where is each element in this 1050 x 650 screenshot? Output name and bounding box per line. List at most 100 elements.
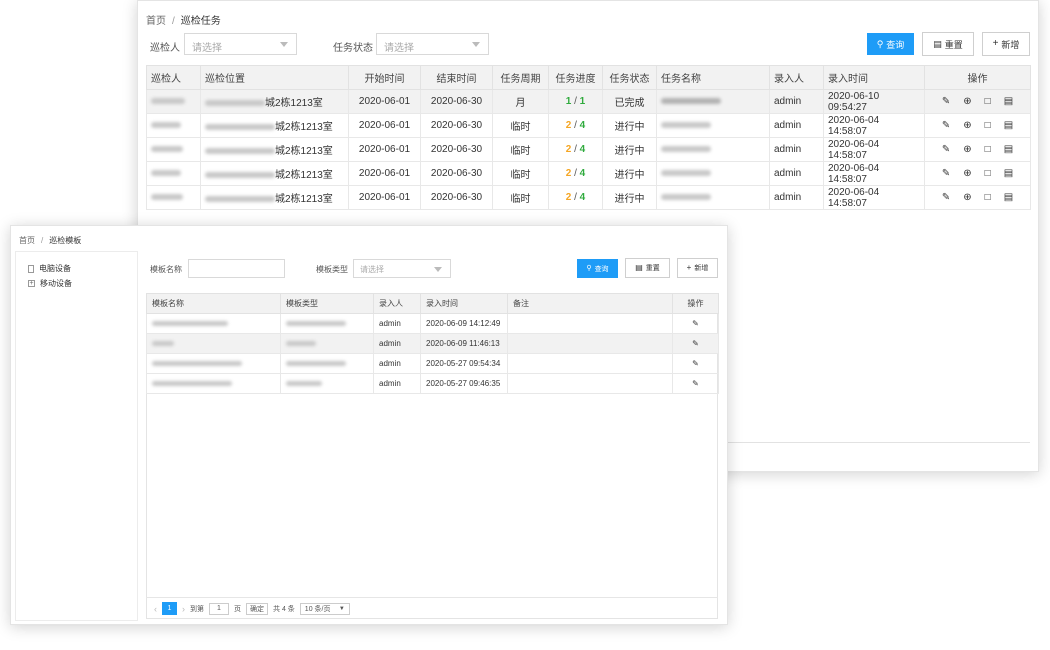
edit-pencil-icon[interactable]: ✎ [942, 168, 950, 179]
inspector-select[interactable]: 请选择 [184, 33, 297, 55]
breadcrumb-home[interactable]: 首页 [19, 236, 35, 245]
location-text: 城2栋1213室 [275, 170, 333, 181]
document-icon[interactable]: ▤ [1004, 192, 1013, 203]
cell-created: 2020-06-04 14:58:07 [823, 137, 925, 162]
note-icon[interactable]: □ [985, 96, 991, 107]
breadcrumb: 首页 / 巡检模板 [19, 236, 82, 245]
reset-button[interactable]: ▤ 重置 [922, 32, 974, 56]
col-header: 录入人 [373, 293, 421, 314]
edit-pencil-icon[interactable]: ✎ [942, 96, 950, 107]
edit-pencil-icon[interactable]: ✎ [942, 192, 950, 203]
chevron-right-icon[interactable]: › [182, 604, 185, 614]
add-circle-icon[interactable]: ⊕ [963, 120, 971, 131]
reset-button[interactable]: ▤ 重置 [625, 258, 670, 278]
cell-remark [507, 373, 673, 394]
add-label: 新增 [694, 265, 709, 272]
add-circle-icon[interactable]: ⊕ [963, 96, 971, 107]
goto-page-input[interactable]: 1 [209, 602, 229, 615]
edit-pencil-icon[interactable]: ✎ [692, 340, 699, 348]
note-icon[interactable]: □ [985, 168, 991, 179]
table-row[interactable]: admin 2020-05-27 09:54:34 ✎ [146, 353, 719, 374]
status-placeholder: 请选择 [384, 43, 414, 54]
reset-label: 重置 [645, 265, 660, 272]
redacted-text [661, 146, 711, 153]
table-row[interactable]: admin 2020-06-09 14:12:49 ✎ [146, 313, 719, 334]
cell-template-name [146, 353, 281, 374]
add-circle-icon[interactable]: ⊕ [963, 192, 971, 203]
location-text: 城2栋1213室 [275, 122, 333, 133]
redacted-text [152, 341, 174, 347]
cell-start: 2020-06-01 [348, 113, 421, 138]
cell-location: 城2栋1213室 [200, 113, 349, 138]
cell-progress: 2 / 4 [548, 161, 603, 186]
tree-item-computer[interactable]: 电脑设备 [28, 263, 72, 274]
query-button[interactable]: ⚲ 查询 [867, 33, 914, 55]
table-row[interactable]: admin 2020-06-09 11:46:13 ✎ [146, 333, 719, 354]
cell-progress: 2 / 4 [548, 137, 603, 162]
document-icon[interactable]: ▤ [1004, 120, 1013, 131]
template-name-input[interactable] [188, 259, 285, 278]
page-button-current[interactable]: 1 [162, 602, 177, 615]
redacted-text [152, 361, 242, 367]
document-icon[interactable]: ▤ [1004, 144, 1013, 155]
col-header: 录入人 [769, 65, 824, 90]
confirm-button[interactable]: 确定 [246, 602, 268, 615]
note-icon[interactable]: □ [985, 144, 991, 155]
note-icon[interactable]: □ [985, 120, 991, 131]
table-row[interactable]: 城2栋1213室 2020-06-01 2020-06-30 临时 2 / 4 进行中 ad… [146, 137, 1031, 162]
chevron-down-icon [434, 266, 442, 272]
expand-plus-icon[interactable]: + [28, 280, 35, 287]
edit-pencil-icon[interactable]: ✎ [692, 320, 699, 328]
cell-template-name [146, 373, 281, 394]
col-header: 操作 [924, 65, 1031, 90]
template-type-select[interactable]: 请选择 [353, 259, 451, 278]
table-row[interactable]: admin 2020-05-27 09:46:35 ✎ [146, 373, 719, 394]
document-icon[interactable]: ▤ [1004, 96, 1013, 107]
chevron-left-icon[interactable]: ‹ [154, 604, 157, 614]
page-size-select[interactable]: 10 条/页 ▼ [299, 602, 350, 615]
plus-icon: + [686, 263, 692, 272]
note-icon[interactable]: □ [985, 192, 991, 203]
cell-remark [507, 313, 673, 334]
add-button[interactable]: + 新增 [677, 258, 718, 278]
edit-pencil-icon[interactable]: ✎ [692, 360, 699, 368]
col-header: 任务名称 [656, 65, 770, 90]
status-select[interactable]: 请选择 [376, 33, 489, 55]
table-row[interactable]: 城2栋1213室 2020-06-01 2020-06-30 月 1 / 1 已完成 adm… [146, 89, 1031, 114]
tree-item-label: 移动设备 [40, 279, 72, 288]
redacted-text [205, 196, 275, 203]
cell-creator: admin [769, 89, 824, 114]
cell-task-name [656, 113, 770, 138]
breadcrumb: 首页 / 巡检任务 [146, 16, 221, 27]
task-table: 巡检人 巡检位置 开始时间 结束时间 任务周期 任务进度 任务状态 任务名称 录… [146, 65, 1031, 210]
add-circle-icon[interactable]: ⊕ [963, 144, 971, 155]
add-circle-icon[interactable]: ⊕ [963, 168, 971, 179]
cell-created: 2020-06-10 09:54:27 [823, 89, 925, 114]
add-button[interactable]: + 新增 [982, 32, 1030, 56]
tree-item-mobile[interactable]: + 移动设备 [28, 278, 72, 289]
breadcrumb-home[interactable]: 首页 [146, 16, 166, 27]
cell-actions: ✎ ⊕ □ ▤ [924, 161, 1031, 186]
redacted-text [151, 170, 181, 177]
document-icon [28, 264, 34, 273]
edit-pencil-icon[interactable]: ✎ [942, 120, 950, 131]
edit-pencil-icon[interactable]: ✎ [942, 144, 950, 155]
progress-total: 4 [579, 168, 586, 179]
table-row[interactable]: 城2栋1213室 2020-06-01 2020-06-30 临时 2 / 4 进行中 ad… [146, 185, 1031, 210]
cell-template-type [280, 333, 374, 354]
cell-end: 2020-06-30 [420, 137, 493, 162]
cell-end: 2020-06-30 [420, 113, 493, 138]
cell-creator: admin [769, 185, 824, 210]
table-row[interactable]: 城2栋1213室 2020-06-01 2020-06-30 临时 2 / 4 进行中 ad… [146, 161, 1031, 186]
cell-created: 2020-06-04 14:58:07 [823, 161, 925, 186]
page-unit-label: 页 [234, 605, 241, 613]
col-header: 任务周期 [492, 65, 549, 90]
table-row[interactable]: 城2栋1213室 2020-06-01 2020-06-30 临时 2 / 4 进行中 ad… [146, 113, 1031, 138]
cell-created: 2020-06-04 14:58:07 [823, 185, 925, 210]
cell-actions: ✎ ⊕ □ ▤ [924, 89, 1031, 114]
cell-start: 2020-06-01 [348, 161, 421, 186]
edit-pencil-icon[interactable]: ✎ [692, 380, 699, 388]
cell-actions: ✎ [672, 353, 719, 374]
query-button[interactable]: ⚲ 查询 [577, 259, 618, 278]
document-icon[interactable]: ▤ [1004, 168, 1013, 179]
